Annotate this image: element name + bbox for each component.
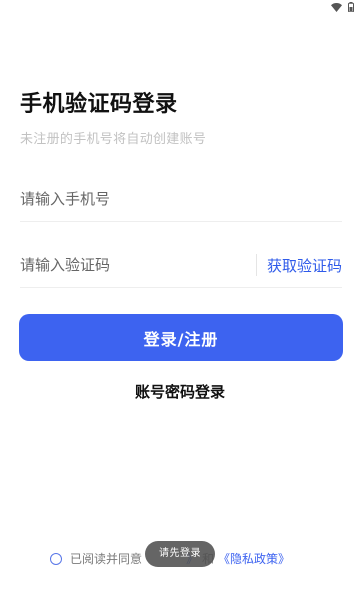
page-title: 手机验证码登录 [20,92,178,117]
login-register-button[interactable]: 登录/注册 [19,314,343,361]
status-icons [331,2,354,12]
phone-field [20,177,342,222]
login-screen: 手机验证码登录 未注册的手机号将自动创建账号 获取验证码 登录/注册 账号密码登… [0,0,360,600]
page-subtitle: 未注册的手机号将自动创建账号 [20,132,207,147]
code-field: 获取验证码 [20,243,342,288]
verification-code-input[interactable] [20,253,256,277]
status-bar [0,0,360,16]
agreement-prefix: 已阅读并同意 [70,552,143,566]
code-divider [255,254,257,276]
agreement-checkbox[interactable] [50,552,62,565]
password-login-link[interactable]: 账号密码登录 [0,381,360,402]
battery-icon [348,2,354,12]
toast-message: 请先登录 [145,541,215,567]
get-code-button[interactable]: 获取验证码 [267,255,342,276]
wifi-icon [331,2,342,12]
privacy-policy-link[interactable]: 《隐私政策》 [218,550,290,567]
phone-input[interactable] [20,187,342,211]
